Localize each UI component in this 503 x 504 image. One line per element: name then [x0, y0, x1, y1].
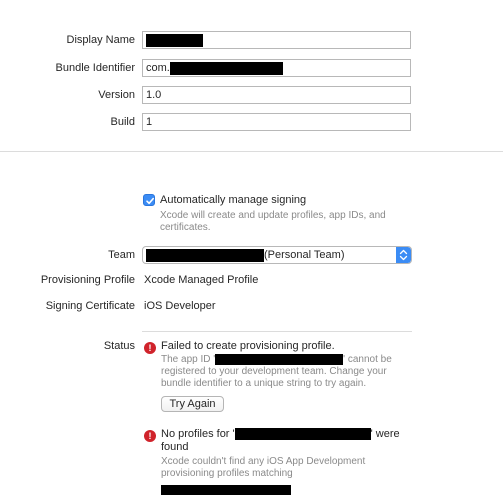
provisioning-profile-label: Provisioning Profile	[40, 274, 135, 286]
general-settings-pane: Display Name Bundle Identifier com. Vers…	[0, 0, 503, 504]
error1-line1-suffix: ' cannot be	[343, 354, 392, 366]
auto-manage-signing-checkbox[interactable]	[143, 194, 155, 206]
error1-line1: The app ID ' ' cannot be	[161, 354, 392, 366]
error1-title: Failed to create provisioning profile.	[161, 340, 335, 352]
error2-line2: provisioning profiles matching	[161, 468, 293, 479]
redacted-bundle-id	[234, 428, 371, 441]
auto-manage-desc-line2: certificates.	[160, 222, 211, 233]
build-field[interactable]: 1	[142, 113, 411, 131]
bundle-identifier-field[interactable]: com.	[142, 59, 411, 77]
version-field[interactable]: 1.0	[142, 86, 411, 104]
build-label: Build	[110, 116, 135, 128]
error-icon: !	[144, 342, 156, 354]
popup-arrows-icon	[396, 247, 411, 263]
error2-line1: Xcode couldn't find any iOS App Developm…	[161, 456, 366, 467]
status-divider	[142, 331, 412, 332]
checkmark-icon	[146, 197, 154, 205]
redacted-app-id	[215, 354, 344, 365]
try-again-button[interactable]: Try Again	[161, 396, 224, 412]
redacted-profile-match	[161, 484, 291, 495]
team-popup[interactable]: (Personal Team)	[142, 246, 412, 264]
display-name-field[interactable]	[142, 31, 411, 49]
error2-title: No profiles for ' ' were	[161, 428, 400, 441]
redacted-bundle-identifier	[169, 61, 283, 75]
signing-certificate-value: iOS Developer	[144, 300, 216, 312]
bundle-identifier-prefix: com.	[146, 62, 170, 74]
error2-line3	[161, 481, 291, 499]
build-value: 1	[146, 116, 153, 128]
redacted-display-name	[146, 33, 203, 47]
auto-manage-desc-line1: Xcode will create and update profiles, a…	[160, 210, 386, 221]
section-divider	[0, 151, 503, 152]
team-label: Team	[108, 249, 135, 261]
display-name-label: Display Name	[66, 34, 135, 46]
error-icon: !	[144, 430, 156, 442]
version-label: Version	[98, 89, 135, 101]
error2-title-line2: found	[161, 441, 189, 453]
error2-title-suffix: ' were	[370, 428, 400, 440]
provisioning-profile-value: Xcode Managed Profile	[144, 274, 259, 286]
bundle-identifier-label: Bundle Identifier	[55, 62, 136, 74]
error1-line3: bundle identifier to a unique string to …	[161, 378, 367, 389]
status-label: Status	[103, 340, 135, 352]
error1-line1-prefix: The app ID '	[161, 354, 216, 366]
signing-certificate-label: Signing Certificate	[45, 300, 135, 312]
redacted-team-name	[146, 248, 264, 262]
team-suffix: (Personal Team)	[264, 249, 345, 261]
error1-line2: registered to your development team. Cha…	[161, 366, 387, 377]
error2-title-prefix: No profiles for '	[161, 428, 235, 440]
version-value: 1.0	[146, 89, 162, 101]
auto-manage-signing-label[interactable]: Automatically manage signing	[160, 194, 306, 206]
